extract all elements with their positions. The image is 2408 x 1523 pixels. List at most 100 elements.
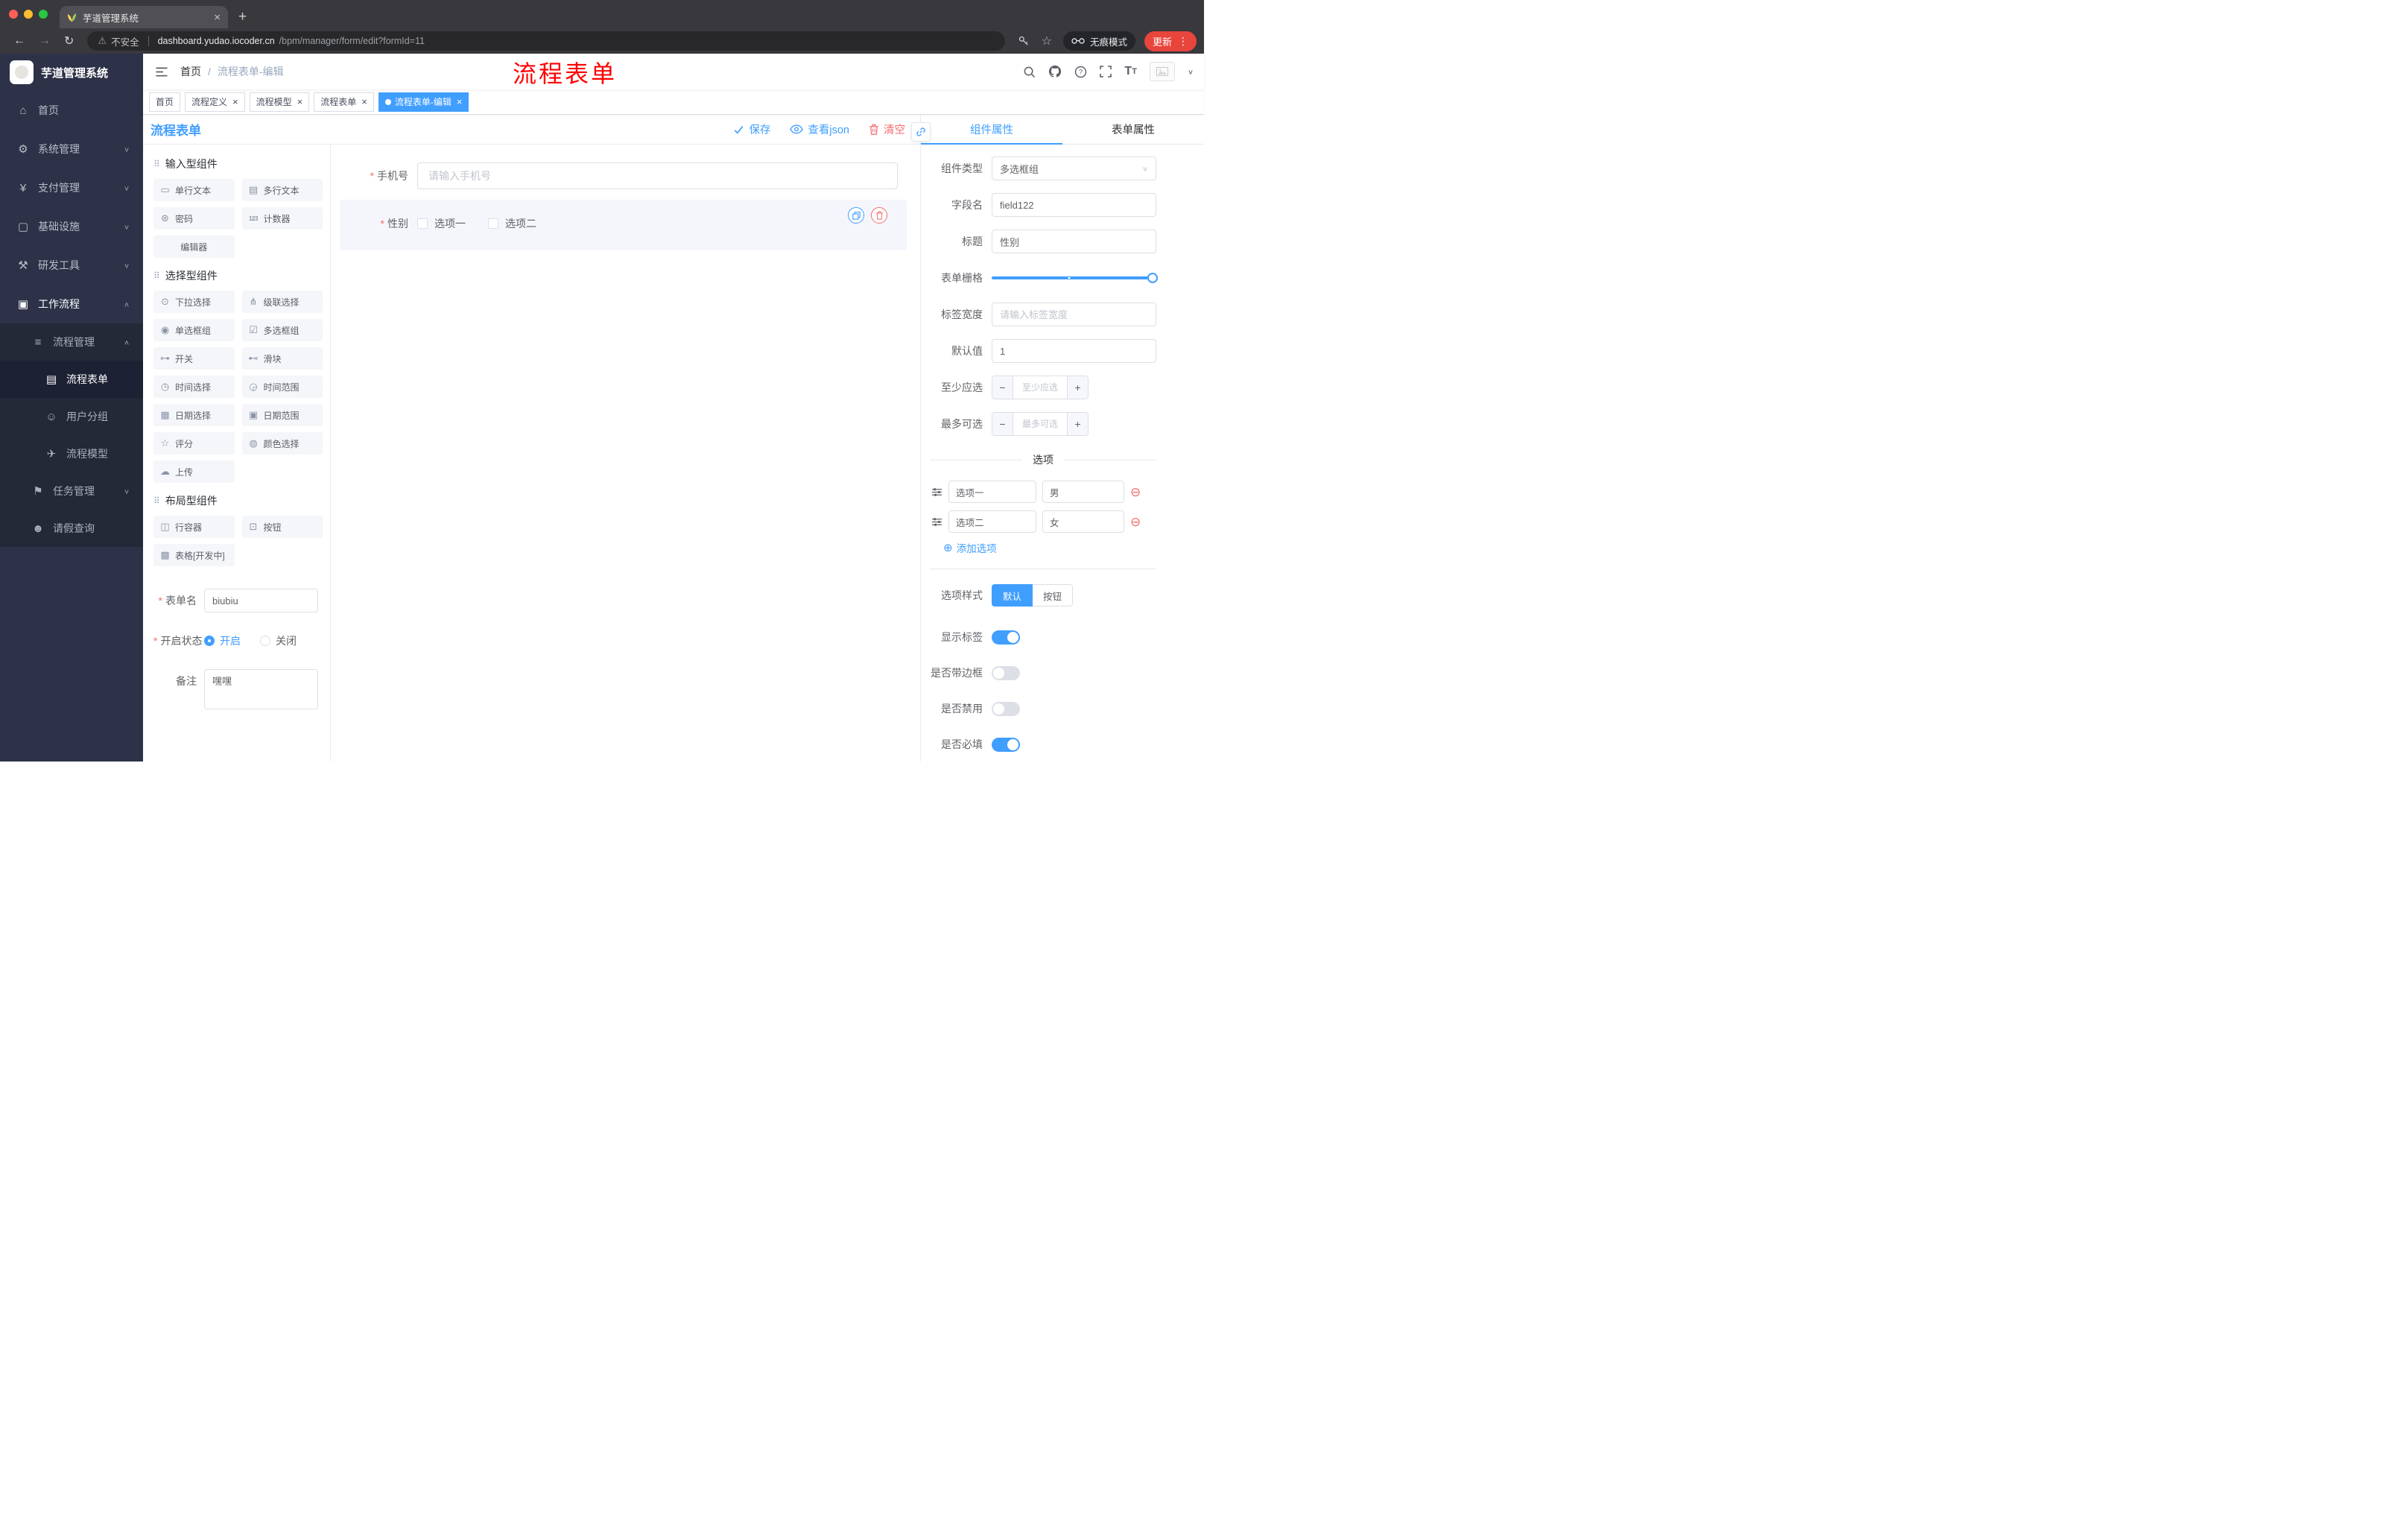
window-close-button[interactable] bbox=[9, 10, 18, 19]
drag-handle-icon[interactable] bbox=[931, 487, 942, 498]
form-name-input[interactable] bbox=[204, 589, 318, 612]
github-icon[interactable] bbox=[1048, 65, 1062, 78]
tab-component-props[interactable]: 组件属性 bbox=[921, 115, 1062, 145]
toggle-show-label[interactable] bbox=[992, 630, 1020, 645]
palette-item-time-picker[interactable]: ◷ 时间选择 bbox=[153, 376, 235, 398]
remove-option-icon[interactable]: ⊖ bbox=[1130, 486, 1141, 498]
sidebar-item-task-mgmt[interactable]: ⚑ 任务管理 ∨ bbox=[0, 472, 143, 510]
close-icon[interactable]: × bbox=[297, 96, 303, 107]
toggle-with-border[interactable] bbox=[992, 665, 1020, 680]
palette-item-select[interactable]: ⊙ 下拉选择 bbox=[153, 291, 235, 313]
option-label-input[interactable] bbox=[948, 481, 1036, 503]
option-value-input[interactable] bbox=[1042, 481, 1124, 503]
palette-item-slider[interactable]: ⊷ 滑块 bbox=[241, 347, 323, 370]
close-icon[interactable]: × bbox=[232, 96, 238, 107]
tab-process-model[interactable]: 流程模型 × bbox=[249, 92, 310, 112]
toggle-disabled[interactable] bbox=[992, 701, 1020, 716]
palette-item-checkbox-group[interactable]: ☑ 多选框组 bbox=[241, 319, 323, 341]
link-icon[interactable] bbox=[911, 122, 931, 142]
browser-tab[interactable]: 芋道管理系统 × bbox=[60, 6, 228, 28]
form-grid-slider[interactable] bbox=[992, 266, 1158, 290]
browser-menu-icon[interactable]: ⋮ bbox=[1178, 35, 1188, 48]
palette-item-date-range[interactable]: ▣ 日期范围 bbox=[241, 404, 323, 426]
status-off-radio[interactable]: 关闭 bbox=[260, 633, 297, 648]
palette-item-single-line-text[interactable]: ▭ 单行文本 bbox=[153, 179, 235, 201]
palette-item-multi-line-text[interactable]: ▤ 多行文本 bbox=[241, 179, 323, 201]
bookmark-star-icon[interactable]: ☆ bbox=[1036, 34, 1057, 48]
palette-item-button[interactable]: ⊡ 按钮 bbox=[241, 516, 323, 538]
fullscreen-icon[interactable] bbox=[1100, 66, 1112, 77]
palette-item-password[interactable]: ⊛ 密码 bbox=[153, 207, 235, 229]
close-icon[interactable]: × bbox=[457, 96, 463, 107]
update-button[interactable]: 更新 ⋮ bbox=[1144, 31, 1197, 51]
decrease-icon[interactable]: − bbox=[992, 376, 1013, 399]
field-name-input[interactable] bbox=[992, 193, 1156, 217]
decrease-icon[interactable]: − bbox=[992, 413, 1013, 435]
tab-process-form-edit[interactable]: 流程表单-编辑 × bbox=[378, 92, 469, 112]
sidebar-item-process-model[interactable]: ✈ 流程模型 bbox=[0, 435, 143, 472]
form-remark-textarea[interactable]: 嘿嘿 bbox=[204, 669, 318, 709]
tab-process-form[interactable]: 流程表单 × bbox=[314, 92, 374, 112]
chevron-down-icon[interactable]: ∨ bbox=[1188, 68, 1194, 76]
tab-process-definition[interactable]: 流程定义 × bbox=[185, 92, 245, 112]
delete-field-button[interactable] bbox=[871, 207, 887, 224]
copy-field-button[interactable] bbox=[848, 207, 864, 224]
palette-item-cascader[interactable]: ⋔ 级联选择 bbox=[241, 291, 323, 313]
max-select-input[interactable] bbox=[1013, 413, 1067, 435]
new-tab-button[interactable]: + bbox=[228, 6, 257, 28]
min-select-input[interactable] bbox=[1013, 376, 1067, 399]
label-width-input[interactable] bbox=[992, 303, 1156, 326]
sidebar-item-process-mgmt[interactable]: ≡ 流程管理 ∧ bbox=[0, 323, 143, 361]
help-icon[interactable]: ? bbox=[1074, 66, 1087, 78]
phone-input[interactable] bbox=[417, 162, 898, 189]
increase-icon[interactable]: + bbox=[1067, 413, 1088, 435]
sidebar-item-workflow[interactable]: ▣ 工作流程 ∧ bbox=[0, 285, 143, 323]
palette-item-date-picker[interactable]: ▦ 日期选择 bbox=[153, 404, 235, 426]
tab-form-props[interactable]: 表单属性 bbox=[1062, 115, 1204, 144]
checkbox-option[interactable]: 选项一 bbox=[417, 216, 466, 231]
save-button[interactable]: 保存 bbox=[733, 121, 770, 137]
window-minimize-button[interactable] bbox=[24, 10, 33, 19]
option-value-input[interactable] bbox=[1042, 510, 1124, 533]
default-value-input[interactable] bbox=[992, 339, 1156, 363]
status-on-radio[interactable]: 开启 bbox=[204, 633, 241, 648]
slider-track[interactable] bbox=[992, 273, 1158, 283]
font-size-icon[interactable]: TT bbox=[1124, 66, 1137, 77]
sidebar-item-home[interactable]: ⌂ 首页 bbox=[0, 91, 143, 130]
search-icon[interactable] bbox=[1023, 66, 1036, 78]
option-style-button-button[interactable]: 按钮 bbox=[1033, 584, 1074, 607]
remove-option-icon[interactable]: ⊖ bbox=[1130, 516, 1141, 528]
sidebar-item-process-form[interactable]: ▤ 流程表单 bbox=[0, 361, 143, 398]
password-key-icon[interactable] bbox=[1013, 35, 1035, 47]
option-label-input[interactable] bbox=[948, 510, 1036, 533]
palette-item-table[interactable]: ▩ 表格[开发中] bbox=[153, 544, 235, 566]
address-bar[interactable]: ⚠ 不安全 dashboard.yudao.iocoder.cn/bpm/man… bbox=[87, 31, 1005, 51]
sidebar-logo[interactable]: 芋道管理系统 bbox=[0, 54, 143, 91]
sidebar-item-leave-query[interactable]: ☻ 请假查询 bbox=[0, 510, 143, 547]
palette-item-time-range[interactable]: ◶ 时间范围 bbox=[241, 376, 323, 398]
palette-item-switch[interactable]: ⊶ 开关 bbox=[153, 347, 235, 370]
tab-home[interactable]: 首页 bbox=[149, 92, 181, 112]
sidebar-item-user-group[interactable]: ☺ 用户分组 bbox=[0, 398, 143, 435]
view-json-button[interactable]: 查看json bbox=[790, 121, 849, 137]
phone-field-row[interactable]: 手机号 bbox=[340, 162, 907, 189]
palette-item-color-picker[interactable]: ◍ 颜色选择 bbox=[241, 432, 323, 455]
forward-icon[interactable]: → bbox=[33, 34, 57, 48]
avatar[interactable] bbox=[1149, 62, 1175, 81]
sidebar-item-payment[interactable]: ¥ 支付管理 ∨ bbox=[0, 168, 143, 207]
palette-item-radio-group[interactable]: ◉ 单选框组 bbox=[153, 319, 235, 341]
checkbox-option[interactable]: 选项二 bbox=[488, 216, 536, 231]
palette-item-upload[interactable]: ☁ 上传 bbox=[153, 460, 235, 483]
sidebar-item-devtools[interactable]: ⚒ 研发工具 ∨ bbox=[0, 246, 143, 285]
palette-item-counter[interactable]: 123 计数器 bbox=[241, 207, 323, 229]
toggle-required[interactable] bbox=[992, 737, 1020, 752]
palette-item-row-container[interactable]: ◫ 行容器 bbox=[153, 516, 235, 538]
close-icon[interactable]: × bbox=[361, 96, 367, 107]
palette-item-rate[interactable]: ☆ 评分 bbox=[153, 432, 235, 455]
reload-icon[interactable]: ↻ bbox=[58, 34, 80, 48]
gender-field-block[interactable]: 性别 选项一 选项二 bbox=[340, 200, 907, 250]
drag-handle-icon[interactable] bbox=[931, 516, 942, 528]
hamburger-icon[interactable] bbox=[143, 66, 180, 77]
window-zoom-button[interactable] bbox=[39, 10, 48, 19]
sidebar-item-infrastructure[interactable]: ▢ 基础设施 ∨ bbox=[0, 207, 143, 246]
